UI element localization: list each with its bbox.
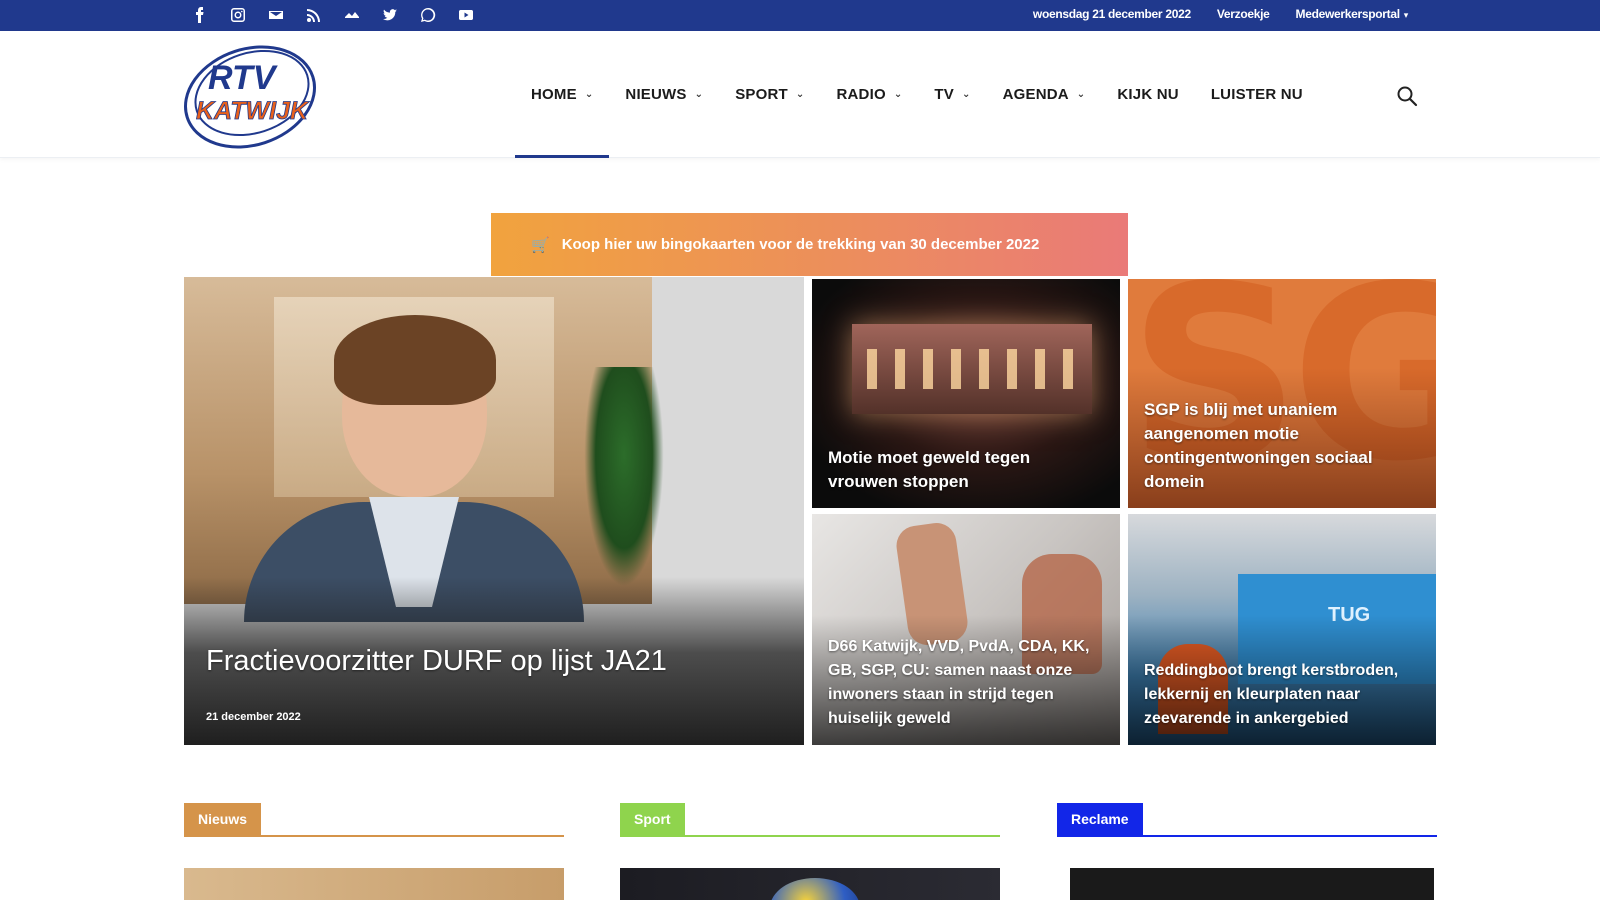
logo-text-katwijk: KATWIJK: [196, 97, 310, 125]
current-date: woensdag 21 december 2022: [1032, 7, 1191, 21]
featured-date: 21 december 2022: [206, 711, 301, 723]
send-link[interactable]: Verzoekje: [1217, 7, 1270, 21]
article-title[interactable]: SGP is blij met unaniem aangenomen motie…: [1144, 398, 1420, 494]
nav-item-home[interactable]: HOME ⌄: [515, 31, 610, 158]
site-header: RTV KATWIJK HOME ⌄ NIEUWS ⌄ SPORT ⌄ RADIO ⌄ …: [0, 31, 1600, 158]
nav-item-nieuws[interactable]: NIEUWS ⌄: [609, 31, 719, 158]
article-title[interactable]: Reddingboot brengt kerstbroden, lekkerni…: [1144, 659, 1420, 731]
chevron-down-icon: ⌄: [694, 89, 704, 100]
nav-item-agenda[interactable]: AGENDA ⌄: [987, 31, 1102, 158]
nav-item-sport[interactable]: SPORT ⌄: [719, 31, 820, 158]
reclame-card-thumbnail[interactable]: [1070, 868, 1434, 900]
portal-link[interactable]: Medewerkersportal: [1296, 7, 1401, 21]
featured-article[interactable]: Fractievoorzitter DURF op lijst JA21 21 …: [184, 277, 804, 745]
nav-item-tv[interactable]: TV ⌄: [918, 31, 986, 158]
nav-label: KIJK NU: [1117, 86, 1179, 103]
chevron-down-icon: ⌄: [893, 89, 903, 100]
whatsapp-icon[interactable]: [418, 6, 438, 24]
article-tile[interactable]: SGI SGP is blij met unaniem aangenomen m…: [1128, 279, 1436, 508]
section-label[interactable]: Nieuws: [184, 803, 262, 835]
chevron-down-icon: ⌄: [584, 89, 594, 100]
twitter-icon[interactable]: [380, 6, 400, 24]
mail-icon[interactable]: [266, 6, 286, 24]
chevron-down-icon: ▾: [1403, 10, 1409, 20]
nieuws-card-thumbnail[interactable]: [184, 868, 564, 900]
facebook-icon[interactable]: [190, 6, 210, 24]
article-title[interactable]: D66 Katwijk, VVD, PvdA, CDA, KK, GB, SGP…: [828, 635, 1104, 731]
chevron-down-icon: ⌄: [795, 89, 805, 100]
chevron-down-icon: ⌄: [1076, 89, 1086, 100]
rtv-katwijk-logo[interactable]: RTV KATWIJK: [180, 37, 322, 153]
nav-label: NIEUWS: [625, 86, 687, 103]
nav-item-kijk-nu[interactable]: KIJK NU: [1101, 31, 1194, 158]
section-nieuws: Nieuws: [184, 803, 564, 837]
nav-label: LUISTER NU: [1210, 86, 1303, 103]
social-links: [190, 6, 476, 24]
promo-text: Koop hier uw bingokaarten voor de trekki…: [561, 236, 1040, 253]
youtube-icon[interactable]: [456, 6, 476, 24]
nav-label: HOME: [531, 86, 577, 103]
nav-item-radio[interactable]: RADIO ⌄: [820, 31, 918, 158]
nav-label: AGENDA: [1002, 86, 1069, 103]
bingo-promo-banner[interactable]: 🛒 Koop hier uw bingokaarten voor de trek…: [491, 213, 1128, 276]
section-label[interactable]: Sport: [620, 803, 685, 835]
instagram-icon[interactable]: [228, 6, 248, 24]
section-sport: Sport: [620, 803, 1000, 837]
section-reclame: Reclame: [1057, 803, 1437, 837]
nav-item-luister-nu[interactable]: LUISTER NU: [1195, 31, 1319, 158]
top-bar: woensdag 21 december 2022 Verzoekje Mede…: [0, 0, 1600, 31]
featured-photo: [184, 277, 664, 622]
article-tile[interactable]: Motie moet geweld tegen vrouwen stoppen: [812, 279, 1120, 508]
search-icon[interactable]: [1396, 85, 1418, 107]
soundcloud-icon[interactable]: [342, 6, 362, 24]
section-label[interactable]: Reclame: [1057, 803, 1143, 835]
top-links: woensdag 21 december 2022 Verzoekje Mede…: [1033, 7, 1408, 21]
rss-icon[interactable]: [304, 6, 324, 24]
portal-menu[interactable]: Medewerkersportal ▾: [1296, 7, 1409, 21]
chevron-down-icon: ⌄: [962, 89, 971, 100]
article-tile[interactable]: TUG Reddingboot brengt kerstbroden, lekk…: [1128, 514, 1436, 745]
featured-title[interactable]: Fractievoorzitter DURF op lijst JA21: [206, 641, 788, 681]
nav-label: TV: [934, 86, 954, 103]
sport-card-thumbnail[interactable]: [620, 868, 1000, 900]
article-tile[interactable]: D66 Katwijk, VVD, PvdA, CDA, KK, GB, SGP…: [812, 514, 1120, 745]
logo-text-rtv: RTV: [208, 59, 279, 97]
nav-label: SPORT: [735, 86, 788, 103]
cart-icon: 🛒: [531, 236, 550, 254]
main-nav: HOME ⌄ NIEUWS ⌄ SPORT ⌄ RADIO ⌄ TV ⌄ AGENDA ⌄ …: [515, 31, 1319, 158]
article-title[interactable]: Motie moet geweld tegen vrouwen stoppen: [828, 446, 1104, 494]
nav-label: RADIO: [836, 86, 886, 103]
